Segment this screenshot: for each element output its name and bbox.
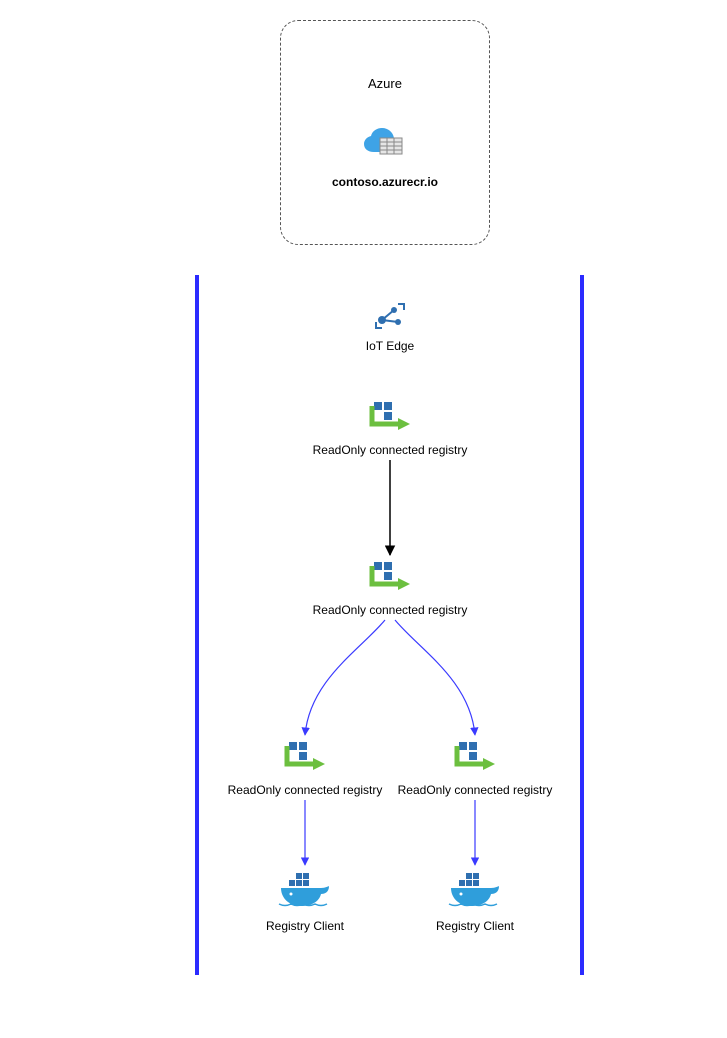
registry-client-left-label: Registry Client	[220, 919, 390, 933]
registry-arrow-icon	[368, 423, 412, 437]
docker-whale-icon	[447, 899, 503, 913]
cloud-acr-icon	[360, 126, 410, 165]
registry-arrow-icon	[453, 763, 497, 777]
registry-client-right: Registry Client	[390, 870, 560, 933]
arrow-r2-right	[395, 620, 475, 735]
azure-cloud-box: Azure contoso.azurecr.io	[280, 20, 490, 245]
iot-edge-node: IoT Edge	[305, 300, 475, 353]
registry-client-right-label: Registry Client	[390, 919, 560, 933]
readonly-registry-right-label: ReadOnly connected registry	[390, 783, 560, 797]
boundary-right-line	[580, 275, 584, 975]
registry-arrow-icon	[283, 763, 327, 777]
readonly-registry-2-label: ReadOnly connected registry	[305, 603, 475, 617]
registry-arrow-icon	[368, 583, 412, 597]
registry-client-left: Registry Client	[220, 870, 390, 933]
azure-title: Azure	[281, 76, 489, 91]
acr-registry-label: contoso.azurecr.io	[281, 175, 489, 189]
arrow-r2-left	[305, 620, 385, 735]
readonly-registry-1-label: ReadOnly connected registry	[305, 443, 475, 457]
readonly-registry-2: ReadOnly connected registry	[305, 560, 475, 617]
iot-edge-icon	[372, 319, 408, 333]
readonly-registry-left: ReadOnly connected registry	[220, 740, 390, 797]
diagram-canvas: Azure contoso.azurecr.io	[0, 0, 727, 1038]
readonly-registry-left-label: ReadOnly connected registry	[220, 783, 390, 797]
readonly-registry-1: ReadOnly connected registry	[305, 400, 475, 457]
readonly-registry-right: ReadOnly connected registry	[390, 740, 560, 797]
docker-whale-icon	[277, 899, 333, 913]
iot-edge-label: IoT Edge	[305, 339, 475, 353]
boundary-left-line	[195, 275, 199, 975]
